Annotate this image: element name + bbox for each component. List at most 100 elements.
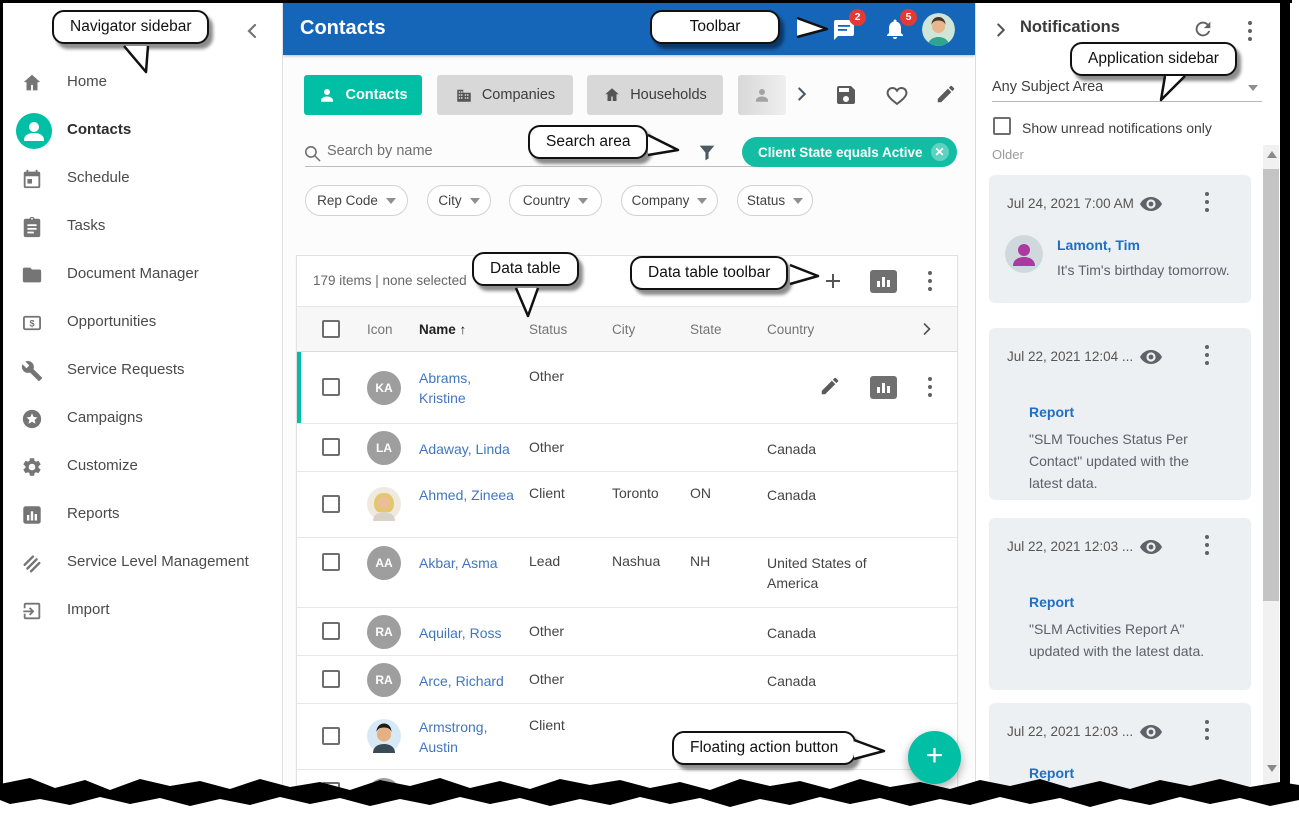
select-all-checkbox[interactable] — [322, 320, 340, 338]
filter-pill-country[interactable]: Country — [509, 185, 602, 216]
filter-chip-client-state[interactable]: Client State equals Active ✕ — [742, 137, 957, 167]
gear-icon — [21, 456, 43, 478]
sidebar-item-opportunities[interactable]: $ Opportunities — [3, 299, 283, 347]
contact-name-link[interactable]: Armstrong, Austin — [419, 717, 517, 757]
tab-households[interactable]: Households — [587, 75, 723, 115]
contact-name-link[interactable]: Arce, Richard — [419, 671, 529, 691]
filter-pill-rep-code[interactable]: Rep Code — [305, 185, 408, 216]
person-icon — [318, 86, 336, 104]
sidebar-item-label: Reports — [67, 505, 120, 522]
dollar-icon: $ — [21, 312, 43, 334]
notification-menu-icon[interactable] — [1205, 345, 1209, 369]
tab-contacts[interactable]: Contacts — [304, 75, 422, 115]
column-header-icon[interactable]: Icon — [367, 322, 393, 337]
column-header-name[interactable]: Name ↑ — [419, 322, 466, 337]
tab-companies[interactable]: Companies — [437, 75, 573, 115]
sidebar-item-customize[interactable]: Customize — [3, 443, 283, 491]
filter-pill-city[interactable]: City — [427, 185, 491, 216]
table-row[interactable]: AA Akbar, Asma Lead Nashua NH United Sta… — [297, 538, 957, 608]
callout-search-area: Search area — [528, 125, 648, 159]
sidebar-item-service-level-management[interactable]: Service Level Management — [3, 539, 283, 587]
sidebar-item-label: Opportunities — [67, 313, 156, 330]
collapse-sidebar-button[interactable] — [239, 17, 267, 45]
notification-card[interactable]: Jul 22, 2021 12:03 ... Report "SLM Activ… — [989, 518, 1251, 690]
sidebar-item-reports[interactable]: Reports — [3, 491, 283, 539]
remove-filter-icon[interactable]: ✕ — [931, 143, 949, 161]
column-header-state[interactable]: State — [690, 322, 722, 337]
column-header-city[interactable]: City — [612, 322, 635, 337]
mark-read-eye-icon[interactable] — [1139, 535, 1163, 564]
tabs-scroll-right-icon[interactable] — [791, 83, 817, 109]
row-chart-icon[interactable] — [870, 376, 897, 399]
mark-read-eye-icon[interactable] — [1139, 720, 1163, 749]
filter-pill-status[interactable]: Status — [737, 185, 813, 216]
mark-read-eye-icon[interactable] — [1139, 345, 1163, 374]
pill-label: City — [438, 193, 461, 208]
sidebar-item-campaigns[interactable]: Campaigns — [3, 395, 283, 443]
notification-card[interactable]: Jul 24, 2021 7:00 AM Lamont, Tim It's Ti… — [989, 175, 1251, 303]
row-checkbox[interactable] — [322, 727, 340, 745]
contact-name-link[interactable]: Akbar, Asma — [419, 553, 529, 573]
add-icon[interactable] — [821, 269, 847, 295]
pill-label: Company — [632, 193, 690, 208]
table-row[interactable]: LA Adaway, Linda Other Canada — [297, 424, 957, 472]
sidebar-item-service-requests[interactable]: Service Requests — [3, 347, 283, 395]
filter-funnel-icon[interactable] — [696, 142, 722, 168]
notification-card[interactable]: Jul 22, 2021 12:04 ... Report "SLM Touch… — [989, 328, 1251, 500]
notification-link[interactable]: Report — [1029, 404, 1074, 420]
mark-read-eye-icon[interactable] — [1139, 192, 1163, 221]
sidebar-item-schedule[interactable]: Schedule — [3, 155, 283, 203]
row-checkbox[interactable] — [322, 495, 340, 513]
table-row[interactable]: RA Arce, Richard Other Canada — [297, 656, 957, 704]
column-header-status[interactable]: Status — [529, 322, 567, 337]
sidebar-item-label: Service Requests — [67, 361, 185, 378]
contact-name-link[interactable]: Aquilar, Ross — [419, 623, 529, 643]
star-icon — [21, 408, 43, 430]
more-columns-icon[interactable] — [917, 319, 937, 344]
sidebar-item-contacts[interactable]: Contacts — [3, 107, 283, 155]
row-checkbox[interactable] — [322, 553, 340, 571]
sidebar-item-import[interactable]: Import — [3, 587, 283, 635]
filter-pill-company[interactable]: Company — [621, 185, 718, 216]
notification-link[interactable]: Report — [1029, 594, 1074, 610]
column-header-country[interactable]: Country — [767, 322, 814, 337]
notification-badge: 5 — [900, 9, 917, 26]
save-icon[interactable] — [834, 83, 860, 109]
user-avatar[interactable] — [922, 13, 955, 46]
notification-menu-icon[interactable] — [1205, 720, 1209, 744]
sidebar-item-label: Campaigns — [67, 409, 143, 426]
table-row[interactable]: Ahmed, Zineea Client Toronto ON Canada — [297, 472, 957, 538]
tab-label: Companies — [482, 87, 555, 103]
contact-name-link[interactable]: Abrams, Kristine — [419, 368, 517, 408]
table-row[interactable]: KA Abrams, Kristine Other — [297, 352, 957, 424]
sidebar-item-document-manager[interactable]: Document Manager — [3, 251, 283, 299]
table-menu-icon[interactable] — [928, 271, 932, 295]
search-input[interactable]: Search by name — [327, 143, 433, 159]
notification-menu-icon[interactable] — [1205, 535, 1209, 559]
contact-name-link[interactable]: Ahmed, Zineea — [419, 485, 517, 505]
chart-view-icon[interactable] — [870, 270, 897, 293]
row-checkbox[interactable] — [322, 670, 340, 688]
favorite-icon[interactable] — [885, 83, 911, 109]
scrollbar-thumb[interactable] — [1263, 169, 1279, 601]
row-checkbox[interactable] — [322, 622, 340, 640]
unread-only-checkbox[interactable] — [993, 117, 1011, 135]
table-row[interactable]: RA Aquilar, Ross Other Canada — [297, 608, 957, 656]
notification-link[interactable]: Lamont, Tim — [1057, 237, 1140, 253]
sidebar-item-tasks[interactable]: Tasks — [3, 203, 283, 251]
collapse-panel-icon[interactable] — [990, 19, 1016, 45]
tab-partial[interactable] — [738, 75, 786, 115]
edit-icon[interactable] — [935, 83, 961, 109]
panel-menu-icon[interactable] — [1248, 21, 1252, 45]
contact-name-link[interactable]: Adaway, Linda — [419, 439, 529, 459]
row-edit-icon[interactable] — [819, 375, 845, 401]
row-menu-icon[interactable] — [928, 377, 932, 401]
main-content: Contacts 2 5 Contacts Companies Househol… — [283, 3, 975, 792]
scrollbar-up-arrow[interactable] — [1267, 151, 1277, 158]
refresh-icon[interactable] — [1192, 18, 1218, 44]
row-checkbox[interactable] — [322, 378, 340, 396]
row-checkbox[interactable] — [322, 438, 340, 456]
subject-area-select[interactable]: Any Subject Area — [992, 79, 1103, 95]
chevron-left-icon — [239, 17, 267, 45]
notification-menu-icon[interactable] — [1205, 192, 1209, 216]
